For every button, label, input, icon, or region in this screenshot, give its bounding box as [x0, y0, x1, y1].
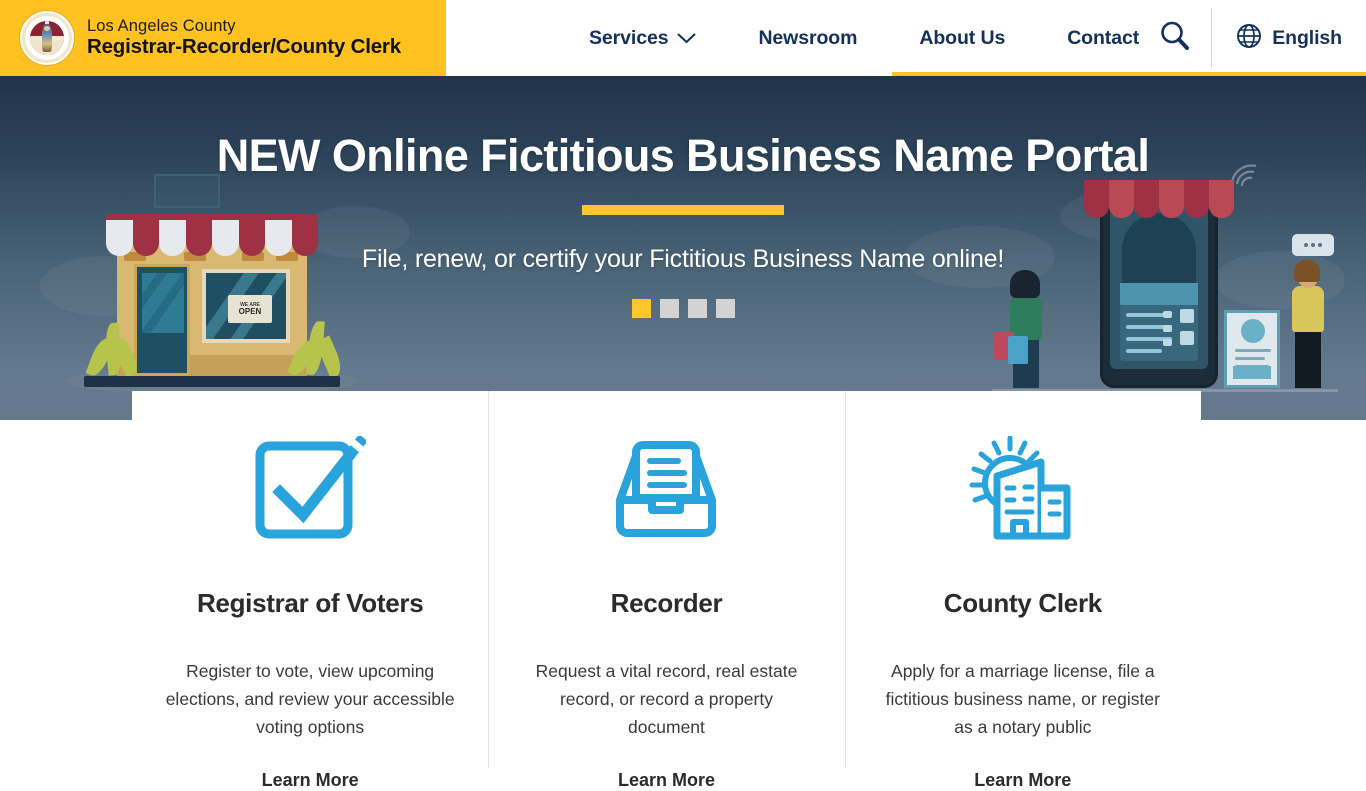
site-header: Los Angeles County Registrar-Recorder/Co… [0, 0, 1366, 76]
nav-item-services[interactable]: Services [558, 27, 727, 50]
learn-more-link[interactable]: Learn More [618, 770, 715, 791]
card-description: Request a vital record, real estate reco… [535, 661, 798, 737]
hero-subtitle: File, renew, or certify your Fictitious … [361, 245, 1005, 273]
card-title: County Clerk [943, 588, 1103, 618]
card-county-clerk[interactable]: County Clerk Apply for a marriage licens… [844, 391, 1201, 791]
carousel-dot-3[interactable] [687, 299, 707, 318]
language-label: English [1272, 26, 1342, 49]
language-selector[interactable]: English [1212, 0, 1366, 76]
nav-item-newsroom-label: Newsroom [758, 26, 858, 49]
nav-item-about-us-label: About Us [919, 26, 1006, 49]
sun-buildings-icon [967, 435, 1079, 545]
carousel-dot-2[interactable] [659, 299, 679, 318]
nav-item-services-label: Services [589, 26, 669, 49]
carousel-dot-4[interactable] [715, 299, 735, 318]
file-tray-document-icon [610, 435, 722, 545]
checkbox-check-icon [254, 435, 367, 545]
card-description: Register to vote, view upcoming election… [165, 661, 455, 737]
card-registrar-of-voters[interactable]: Registrar of Voters Register to vote, vi… [132, 391, 488, 791]
globe-icon [1236, 23, 1262, 54]
la-county-seal-icon [20, 11, 74, 65]
card-description: Apply for a marriage license, file a fic… [885, 661, 1160, 737]
chevron-down-icon [677, 33, 696, 44]
header-utilities: English [1139, 0, 1366, 76]
carousel-indicators [631, 299, 735, 318]
card-title: Recorder [610, 588, 723, 618]
main-navigation: Services Newsroom About Us Contact Engli… [446, 0, 1366, 76]
nav-item-newsroom[interactable]: Newsroom [727, 27, 888, 50]
card-recorder[interactable]: Recorder Request a vital record, real es… [488, 391, 844, 791]
brand-text: Los Angeles County Registrar-Recorder/Co… [87, 16, 401, 59]
hero-accent-bar [582, 205, 784, 215]
nav-links: Services Newsroom About Us Contact [558, 27, 1170, 50]
brand-department-name: Registrar-Recorder/County Clerk [87, 35, 401, 59]
search-button[interactable] [1139, 0, 1211, 76]
service-cards: Registrar of Voters Register to vote, vi… [132, 391, 1201, 791]
nav-item-about-us[interactable]: About Us [888, 27, 1036, 50]
nav-item-contact-label: Contact [1067, 26, 1140, 49]
hero-title: NEW Online Fictitious Business Name Port… [216, 130, 1150, 181]
brand-county-name: Los Angeles County [87, 16, 236, 35]
learn-more-link[interactable]: Learn More [974, 770, 1071, 791]
hero-content: NEW Online Fictitious Business Name Port… [0, 76, 1366, 420]
hero-carousel: WE ARE OPEN NEW Online Fictitious Busine… [0, 76, 1366, 420]
learn-more-link[interactable]: Learn More [262, 770, 359, 791]
brand-bar[interactable]: Los Angeles County Registrar-Recorder/Co… [0, 0, 446, 76]
search-icon [1158, 19, 1192, 58]
carousel-dot-1[interactable] [631, 299, 651, 318]
card-title: Registrar of Voters [196, 588, 424, 618]
